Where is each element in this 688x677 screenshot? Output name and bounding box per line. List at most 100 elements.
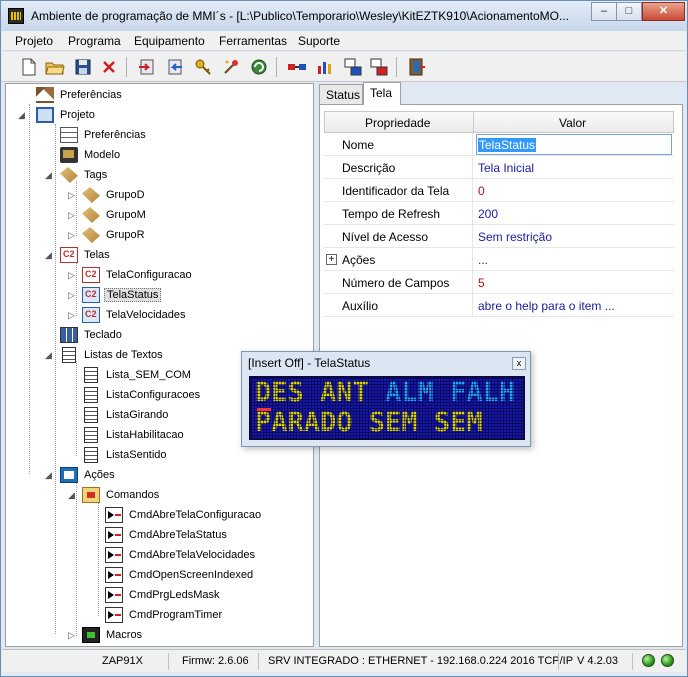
menu-bar: Projeto Programa Equipamento Ferramentas…: [2, 31, 686, 51]
lcd-display[interactable]: DES ANT ALM FALH PARADO SEM SEM: [249, 376, 525, 440]
property-row-campos[interactable]: Número de Campos 5: [324, 271, 674, 294]
screen-preview-window[interactable]: [Insert Off] - TelaStatus x DES ANT ALM …: [241, 351, 531, 447]
menu-projeto[interactable]: Projeto: [15, 34, 53, 48]
star-tool-icon[interactable]: [220, 57, 242, 77]
transfer2-icon[interactable]: [368, 57, 390, 77]
tree-node-screen[interactable]: TelaVelocidades: [82, 306, 188, 324]
tree-node-text-list[interactable]: ListaSentido: [82, 446, 169, 464]
tree-node-text-list[interactable]: Lista_SEM_COM: [82, 366, 193, 384]
property-value: 0: [478, 184, 485, 198]
text-list-icon: [84, 427, 98, 443]
name-input[interactable]: TelaStatus: [476, 134, 672, 155]
upload-icon[interactable]: [164, 57, 186, 77]
property-row-acesso[interactable]: Nível de Acesso Sem restrição: [324, 225, 674, 248]
expand-icon[interactable]: ▷: [67, 290, 76, 301]
tree-node-tag-group[interactable]: GrupoR: [82, 226, 147, 244]
expand-plus-icon[interactable]: +: [326, 254, 337, 265]
status-separator: [558, 653, 559, 670]
tree-node-preferences[interactable]: Preferências: [60, 126, 148, 144]
refresh-icon[interactable]: [248, 57, 270, 77]
title-bar: Ambiente de programação de MMI´s - [L:\P…: [1, 1, 687, 31]
screen-icon: [82, 267, 100, 283]
menu-programa[interactable]: Programa: [68, 34, 121, 48]
tree-node-command[interactable]: CmdAbreTelaStatus: [105, 526, 229, 544]
collapse-icon[interactable]: ◢: [44, 250, 53, 261]
command-icon: [105, 527, 123, 543]
tree-node-text-list[interactable]: ListaGirando: [82, 406, 170, 424]
text-list-icon: [84, 387, 98, 403]
tree-node-text-list[interactable]: ListaConfiguracoes: [82, 386, 202, 404]
transfer-icon[interactable]: [342, 57, 364, 77]
delete-icon[interactable]: [98, 57, 120, 77]
new-file-icon[interactable]: [18, 57, 40, 77]
expand-icon[interactable]: ▷: [67, 270, 76, 281]
row-divider: [472, 294, 473, 317]
tree-node-screens[interactable]: Telas: [60, 246, 112, 264]
property-row-auxilio[interactable]: Auxílio abre o help para o item ...: [324, 294, 674, 317]
menu-ferramentas[interactable]: Ferramentas: [219, 34, 287, 48]
tree-node-actions[interactable]: Ações: [60, 466, 117, 484]
expand-icon[interactable]: ▷: [67, 210, 76, 221]
tree-node-command[interactable]: CmdAbreTelaConfiguracao: [105, 506, 263, 524]
tree-node-screen[interactable]: TelaConfiguracao: [82, 266, 194, 284]
command-icon: [105, 547, 123, 563]
config-icon[interactable]: [314, 57, 336, 77]
collapse-icon[interactable]: ◢: [44, 170, 53, 181]
text-list-icon: [84, 367, 98, 383]
property-row-identificador[interactable]: Identificador da Tela 0: [324, 179, 674, 202]
tags-icon: [60, 167, 78, 183]
tab-status[interactable]: Status: [319, 84, 363, 105]
download-icon[interactable]: [136, 57, 158, 77]
property-row-descricao[interactable]: Descrição Tela Inicial: [324, 156, 674, 179]
tree-node-commands[interactable]: Comandos: [82, 486, 161, 504]
close-icon[interactable]: x: [512, 357, 526, 370]
expand-icon[interactable]: ▷: [67, 230, 76, 241]
tab-tela[interactable]: Tela: [363, 82, 401, 105]
tree-node-model[interactable]: Modelo: [60, 146, 122, 164]
commands-icon: [82, 487, 100, 503]
open-folder-icon[interactable]: [44, 57, 66, 77]
tree-node-command[interactable]: CmdPrgLedsMask: [105, 586, 221, 604]
tree-node-project[interactable]: Projeto: [36, 106, 97, 124]
exit-icon[interactable]: [406, 57, 428, 77]
key-icon[interactable]: [192, 57, 214, 77]
column-divider: [473, 112, 474, 133]
tag-group-icon: [82, 207, 100, 223]
tag-group-icon: [82, 227, 100, 243]
property-value: 200: [478, 207, 499, 221]
collapse-icon[interactable]: ◢: [67, 490, 76, 501]
minimize-button[interactable]: –: [591, 2, 617, 21]
expand-icon[interactable]: ▷: [67, 630, 76, 641]
save-icon[interactable]: [72, 57, 94, 77]
tree-node-macros[interactable]: Macros: [82, 626, 144, 644]
collapse-icon[interactable]: ◢: [44, 350, 53, 361]
property-row-nome[interactable]: Nome TelaStatus: [324, 133, 674, 156]
tree-node-command[interactable]: CmdProgramTimer: [105, 606, 224, 624]
collapse-icon[interactable]: ◢: [17, 110, 26, 121]
menu-equipamento[interactable]: Equipamento: [134, 34, 205, 48]
column-header-property: Propriedade: [365, 116, 431, 130]
toolbar-separator: [276, 57, 277, 77]
tree-node-text-list[interactable]: ListaHabilitacao: [82, 426, 186, 444]
expand-icon[interactable]: ▷: [67, 190, 76, 201]
tree-node-tag-group[interactable]: GrupoM: [82, 206, 148, 224]
maximize-button[interactable]: □: [616, 2, 642, 21]
property-row-refresh[interactable]: Tempo de Refresh 200: [324, 202, 674, 225]
tree-node-tag-group[interactable]: GrupoD: [82, 186, 147, 204]
connect-icon[interactable]: [286, 57, 308, 77]
collapse-icon[interactable]: ◢: [44, 470, 53, 481]
status-separator: [632, 653, 633, 670]
expand-icon[interactable]: ▷: [67, 310, 76, 321]
menu-suporte[interactable]: Suporte: [298, 34, 340, 48]
close-button[interactable]: ✕: [642, 2, 685, 21]
row-divider: [472, 133, 473, 156]
tree-node-text-lists[interactable]: Listas de Textos: [60, 346, 165, 364]
tree-node-command[interactable]: CmdOpenScreenIndexed: [105, 566, 255, 584]
tree-node-root-preferences[interactable]: Preferências: [36, 86, 124, 104]
property-row-acoes[interactable]: + Ações ...: [324, 248, 674, 271]
tree-node-screen-selected[interactable]: TelaStatus: [82, 286, 162, 304]
command-icon: [105, 587, 123, 603]
tree-node-command[interactable]: CmdAbreTelaVelocidades: [105, 546, 257, 564]
tree-node-tags[interactable]: Tags: [60, 166, 109, 184]
tree-node-keyboard[interactable]: Teclado: [60, 326, 124, 344]
